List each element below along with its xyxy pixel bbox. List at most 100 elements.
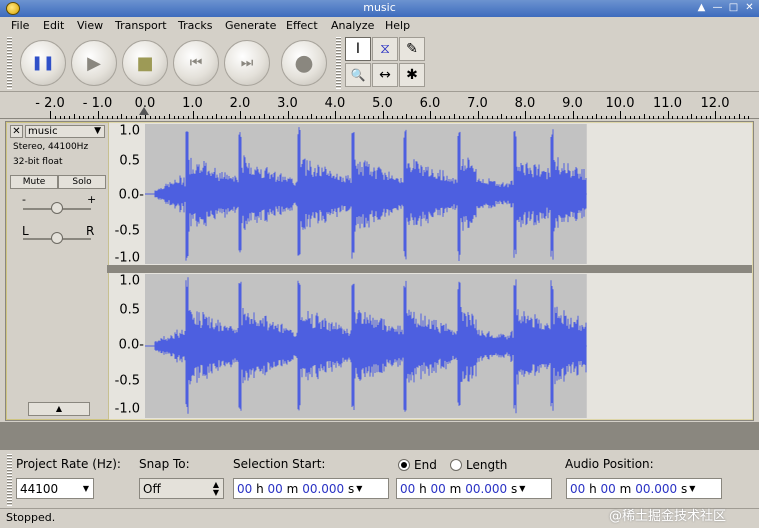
ruler-minor-tick <box>501 114 503 119</box>
selection-grip[interactable] <box>7 454 12 506</box>
ruler-minor-tick <box>301 116 303 119</box>
selection-end-time[interactable]: 00 h 00 m 00.000 s ▼ <box>396 478 552 499</box>
ruler-minor-tick <box>358 114 360 119</box>
track-area-footer <box>0 422 759 450</box>
skip-to-end-button[interactable]: ⏭ <box>224 40 270 86</box>
toolbar-grip[interactable] <box>7 37 12 89</box>
envelope-tool[interactable]: ⧖ <box>372 37 398 61</box>
unit-m: m <box>286 481 299 496</box>
ruler-minor-tick <box>368 116 370 119</box>
ruler-minor-tick <box>373 116 374 119</box>
ruler-minor-tick <box>610 116 612 119</box>
selection-tool[interactable]: I <box>345 37 371 61</box>
ruler-minor-tick <box>216 114 218 119</box>
ruler-minor-tick <box>278 116 279 119</box>
ruler-minor-tick <box>458 116 460 119</box>
ruler-minor-tick <box>316 116 317 119</box>
skip-to-start-button[interactable]: ⏮ <box>173 40 219 86</box>
ruler-minor-tick <box>491 116 493 119</box>
menu-help[interactable]: Help <box>385 19 410 32</box>
maximize-button[interactable]: □ <box>726 1 741 15</box>
ruler-major-tick <box>667 111 669 119</box>
ruler-minor-tick <box>496 116 498 119</box>
audio-position-time[interactable]: 00 h 00 m 00.000 s ▼ <box>566 478 722 499</box>
ruler-label: 9.0 <box>562 96 583 111</box>
track-area[interactable]: ✕ music ▼ Stereo, 44100Hz 32-bit float M… <box>5 121 754 421</box>
ruler-label: 12.0 <box>700 96 730 111</box>
zoom-tool[interactable]: 🔍 <box>345 63 371 87</box>
ruler-minor-tick <box>629 116 631 119</box>
length-radio-group[interactable]: Length <box>450 458 507 472</box>
ruler-label: 2.0 <box>229 96 251 111</box>
ruler-major-tick <box>97 111 99 119</box>
ruler-minor-tick <box>73 114 75 119</box>
ruler-minor-tick <box>102 116 104 119</box>
ruler-minor-tick <box>487 116 488 119</box>
stop-button[interactable]: ■ <box>122 40 168 86</box>
ruler-minor-tick <box>468 116 469 119</box>
length-radio[interactable] <box>450 459 462 471</box>
ruler-minor-tick <box>605 116 607 119</box>
end-radio[interactable] <box>398 459 410 471</box>
ruler-minor-tick <box>596 114 598 119</box>
ruler-minor-tick <box>648 116 650 119</box>
tools-grip[interactable] <box>336 37 341 89</box>
ruler-minor-tick <box>392 116 393 119</box>
ruler-minor-tick <box>130 116 132 119</box>
menu-edit[interactable]: Edit <box>43 19 64 32</box>
ruler-minor-tick <box>729 116 731 119</box>
menu-tracks[interactable]: Tracks <box>178 19 213 32</box>
ruler-minor-tick <box>515 116 517 119</box>
ruler-label: 3.0 <box>277 96 298 111</box>
ruler-minor-tick <box>662 116 664 119</box>
ruler-label: 7.0 <box>467 96 488 111</box>
ruler-minor-tick <box>420 116 422 119</box>
ruler-minor-tick <box>259 116 260 119</box>
draw-tool[interactable]: ✎ <box>399 37 425 61</box>
snap-to-select[interactable]: Off ▲ ▼ <box>139 478 224 499</box>
menu-generate[interactable]: Generate <box>225 19 276 32</box>
ruler-minor-tick <box>601 116 602 119</box>
ruler-minor-tick <box>539 116 541 119</box>
menu-effect[interactable]: Effect <box>286 19 318 32</box>
arrow-up-icon[interactable]: ▲ <box>694 1 709 15</box>
ruler-minor-tick <box>653 116 655 119</box>
ruler-minor-tick <box>439 116 441 119</box>
ruler-minor-tick <box>64 116 66 119</box>
chevron-down-icon: ▼ <box>689 484 696 493</box>
multi-tool[interactable]: ✱ <box>399 63 425 87</box>
ruler-label: - 2.0 <box>35 96 65 111</box>
ruler-minor-tick <box>743 116 745 119</box>
chevron-down-icon: ▼ <box>519 484 526 493</box>
waveform-display[interactable] <box>6 122 753 420</box>
ruler-minor-tick <box>325 116 327 119</box>
ruler-minor-tick <box>520 116 522 119</box>
ruler-minor-tick <box>268 116 270 119</box>
ruler-minor-tick <box>149 116 151 119</box>
menu-view[interactable]: View <box>77 19 103 32</box>
timeline-ruler[interactable]: - 2.0- 1.0 0.0 1.0 2.0 3.0 4.0 5.0 6.0 7.0 8.0 9.0… <box>0 93 759 119</box>
ruler-label: 4.0 <box>324 96 346 111</box>
menu-file[interactable]: File <box>11 19 29 32</box>
project-rate-value: 44100 <box>20 481 59 496</box>
ruler-minor-tick <box>349 116 351 119</box>
selection-start-time[interactable]: 00 h 00 m 00.000 s ▼ <box>233 478 389 499</box>
play-button[interactable]: ▶ <box>71 40 117 86</box>
close-button[interactable]: ✕ <box>742 1 757 15</box>
menu-analyze[interactable]: Analyze <box>331 19 374 32</box>
menu-transport[interactable]: Transport <box>115 19 167 32</box>
pause-button[interactable]: ❚❚ <box>20 40 66 86</box>
ruler-minor-tick <box>624 116 626 119</box>
minimize-button[interactable]: — <box>710 1 725 15</box>
ruler-major-tick <box>430 111 431 119</box>
ruler-minor-tick <box>510 116 512 119</box>
end-radio-group[interactable]: End <box>398 458 437 472</box>
ruler-minor-tick <box>615 116 617 119</box>
ruler-major-tick <box>572 111 574 119</box>
project-rate-combo[interactable]: 44100 ▼ <box>16 478 94 499</box>
ruler-minor-tick <box>292 116 294 119</box>
record-button[interactable]: ● <box>281 40 327 86</box>
status-text: Stopped. <box>6 511 56 524</box>
timeshift-tool[interactable]: ↔ <box>372 63 398 87</box>
time-seconds: 00.000 <box>302 481 345 496</box>
